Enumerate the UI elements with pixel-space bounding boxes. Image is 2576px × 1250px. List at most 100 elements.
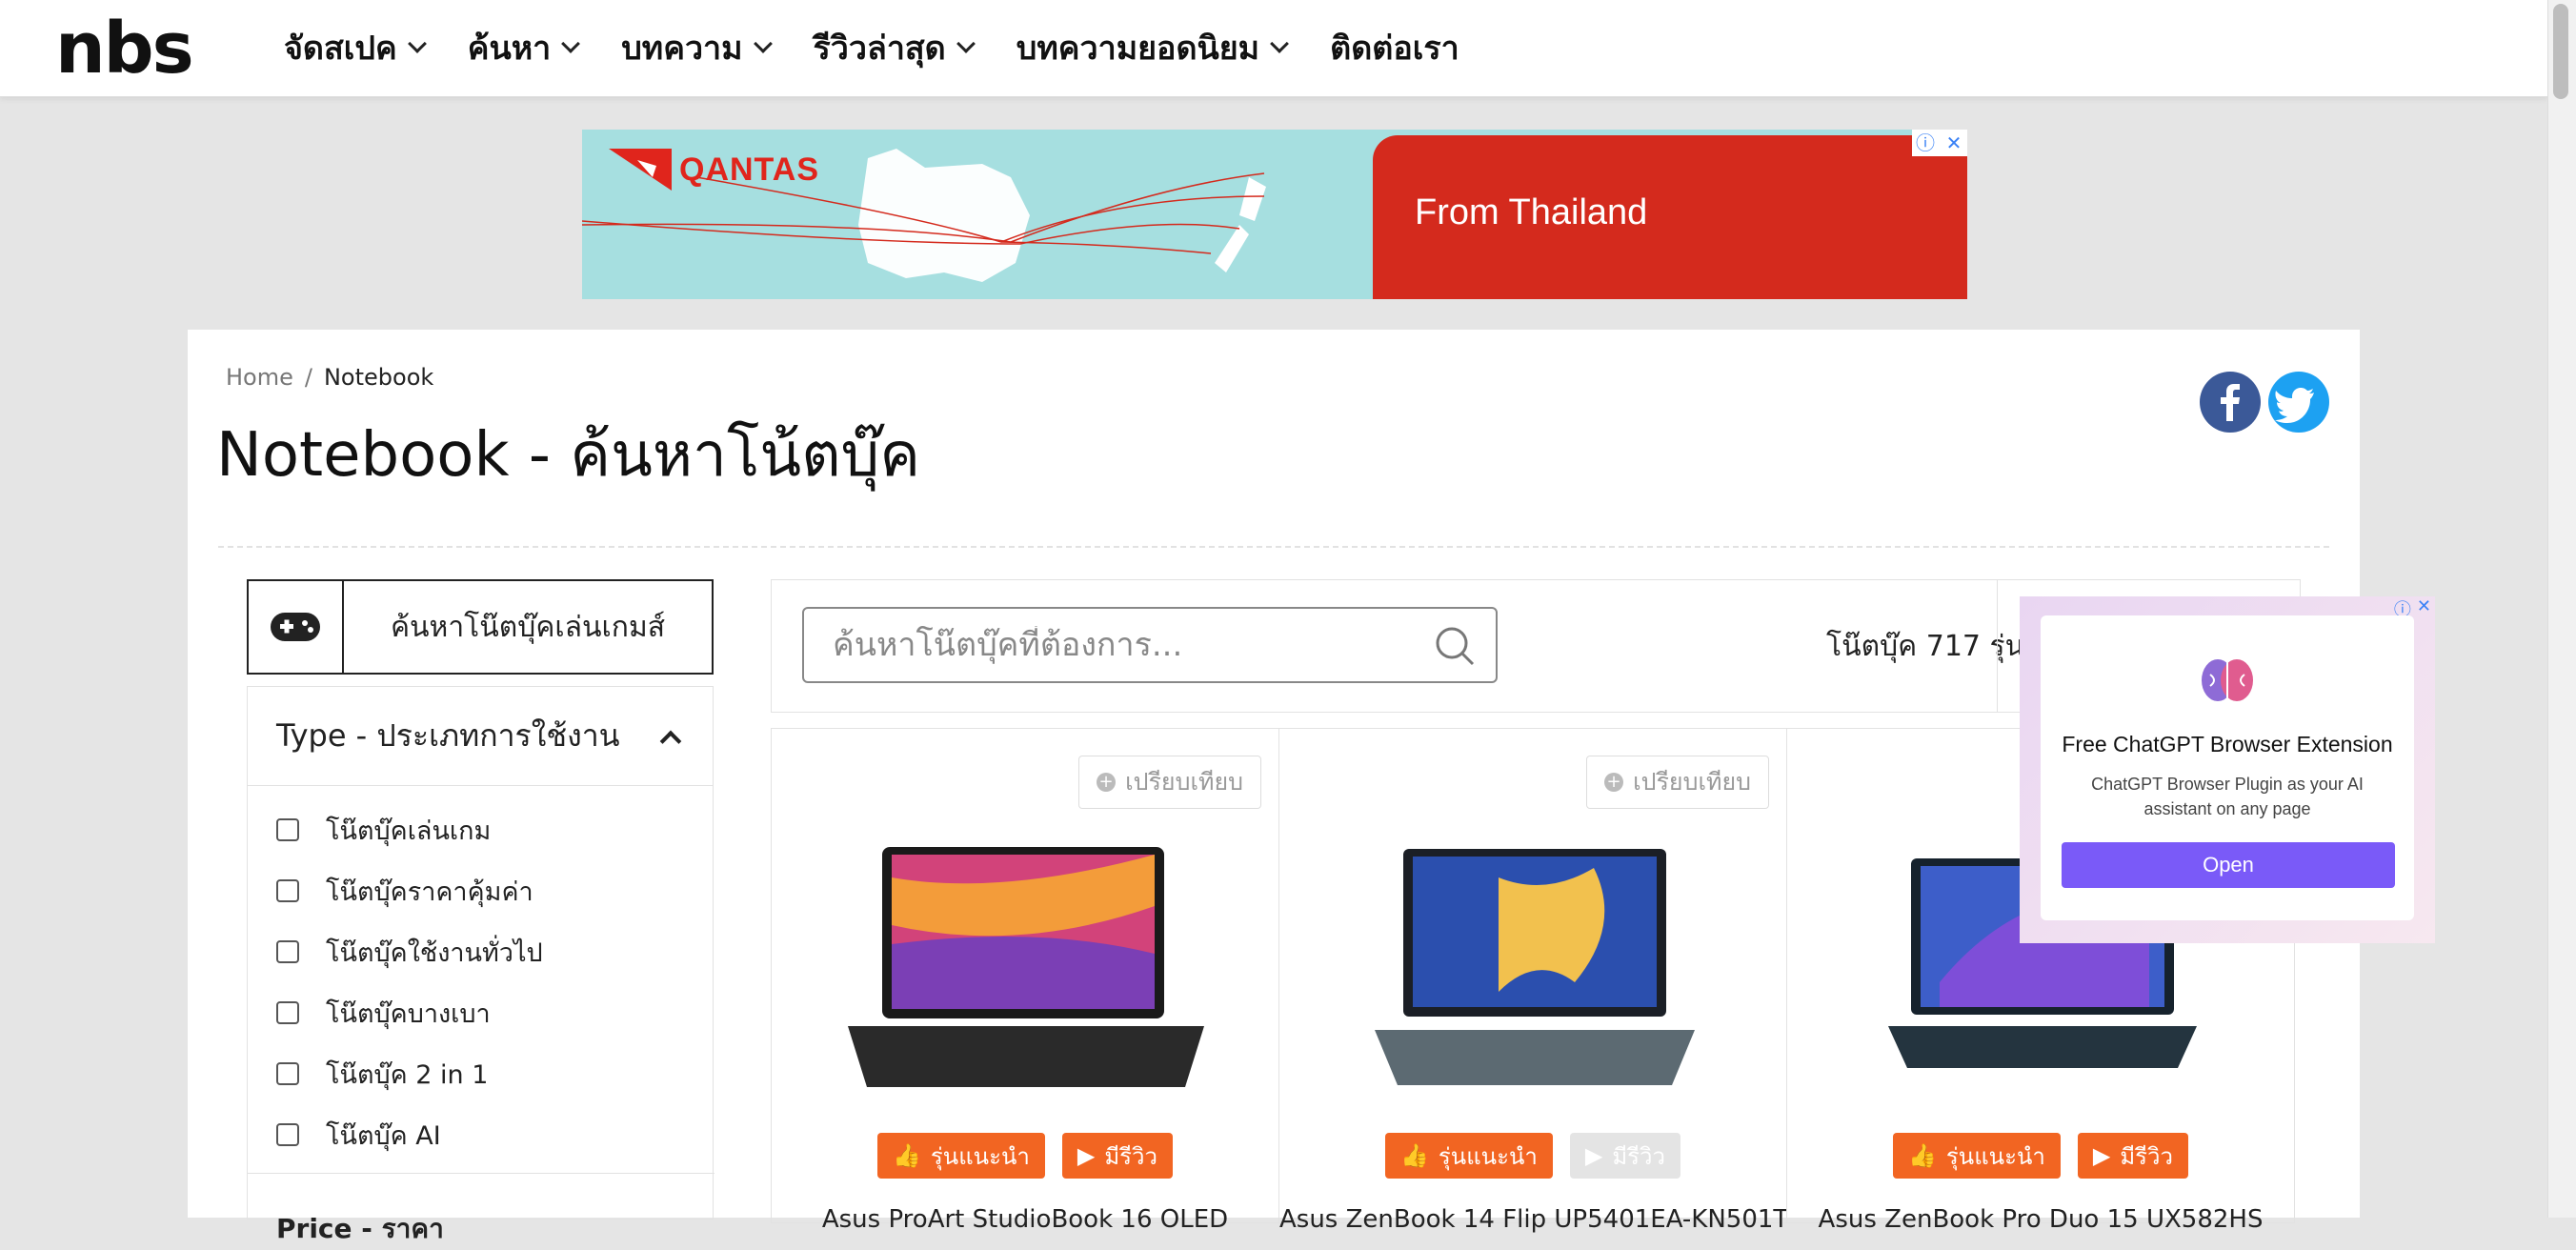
facebook-share-button[interactable] <box>2200 372 2261 433</box>
product-card[interactable]: + เปรียบเทียบ 👍 รุ่นแนะนำ ▶ มีรีวิว Asus Pr… <box>771 728 1279 1234</box>
site-logo[interactable]: nbs <box>55 8 194 90</box>
logo-text: nbs <box>55 8 194 90</box>
breadcrumb-current: Notebook <box>323 364 434 391</box>
review-badge[interactable]: ▶ มีรีวิว <box>1061 1133 1173 1179</box>
side-ad-card: Free ChatGPT Browser Extension ChatGPT B… <box>2041 615 2414 920</box>
chevron-down-icon <box>561 34 581 53</box>
brain-icon <box>2202 659 2253 701</box>
menu-item-popular-articles[interactable]: บทความยอดนิยม <box>1016 22 1290 73</box>
side-ad-open-button[interactable]: Open <box>2062 842 2395 888</box>
info-icon[interactable]: ⓘ <box>1912 130 1939 156</box>
page-scrollbar[interactable] <box>2547 0 2576 1218</box>
badge-label: มีรีวิว <box>1612 1142 1665 1170</box>
chevron-down-icon <box>407 34 427 53</box>
search-box[interactable] <box>802 607 1498 683</box>
top-nav: nbs จัดสเปค ค้นหา บทความ รีวิวล่าสุด บทค… <box>0 0 2547 97</box>
close-icon[interactable]: ✕ <box>2417 596 2431 621</box>
recommended-badge[interactable]: 👍 รุ่นแนะนำ <box>877 1133 1045 1179</box>
gamepad-icon-box <box>249 581 344 673</box>
breadcrumb-separator: / <box>304 364 312 391</box>
compare-button[interactable]: + เปรียบเทียบ <box>1078 756 1261 809</box>
play-icon: ▶ <box>2092 1142 2111 1169</box>
plus-icon: + <box>1604 773 1624 792</box>
play-icon: ▶ <box>1584 1142 1603 1169</box>
price-filter-header[interactable]: Price - ราคา <box>248 1173 714 1244</box>
menu-label: จัดสเปค <box>284 30 397 68</box>
menu-label: บทความยอดนิยม <box>1016 30 1260 68</box>
filter-option-value[interactable]: โน๊ตบุ๊คราคาคุ้มค่า <box>248 860 713 921</box>
product-badges: 👍 รุ่นแนะนำ ▶ มีรีวิว <box>772 1133 1278 1179</box>
type-filter-header[interactable]: Type - ประเภทการใช้งาน <box>248 687 713 786</box>
compare-label: เปรียบเทียบ <box>1633 768 1751 796</box>
divider <box>1997 580 1998 712</box>
breadcrumb: Home / Notebook <box>226 364 433 391</box>
menu-label: รีวิวล่าสุด <box>813 30 946 68</box>
checkbox[interactable] <box>276 879 299 902</box>
menu-item-latest-reviews[interactable]: รีวิวล่าสุด <box>813 22 976 73</box>
plus-icon: + <box>1097 773 1117 792</box>
gamepad-icon <box>271 613 320 641</box>
chevron-down-icon <box>753 34 773 53</box>
thumbs-up-icon: 👍 <box>893 1142 921 1169</box>
recommended-badge[interactable]: 👍 รุ่นแนะนำ <box>1385 1133 1553 1179</box>
divider <box>218 546 2329 548</box>
badge-label: มีรีวิว <box>1104 1142 1157 1170</box>
search-input[interactable] <box>833 626 1404 664</box>
banner-brand: QANTAS <box>679 151 820 188</box>
search-icon[interactable] <box>1433 624 1477 668</box>
price-filter-title: Price - ราคา <box>276 1213 444 1244</box>
menu-item-search[interactable]: ค้นหา <box>467 22 581 73</box>
menu-item-contact[interactable]: ติดต่อเรา <box>1330 22 1459 73</box>
chevron-up-icon[interactable] <box>659 730 682 752</box>
filter-title: Type - ประเภทการใช้งาน <box>276 717 620 754</box>
checkbox[interactable] <box>276 940 299 963</box>
compare-label: เปรียบเทียบ <box>1125 768 1243 796</box>
option-label: โน๊ตบุ๊คบางเบา <box>326 998 491 1029</box>
badge-label: รุ่นแนะนำ <box>1945 1142 2045 1170</box>
chevron-down-icon <box>1270 34 1290 53</box>
close-icon[interactable]: ✕ <box>1941 130 1967 156</box>
checkbox[interactable] <box>276 1001 299 1024</box>
product-name[interactable]: Asus ZenBook 14 Flip UP5401EA-KN501TS <box>1279 1205 1786 1234</box>
side-ad[interactable]: ⓘ ✕ Free ChatGPT Browser Extension ChatGP… <box>2020 596 2435 943</box>
product-image[interactable] <box>848 839 1204 1097</box>
product-name[interactable]: Asus ZenBook Pro Duo 15 UX582HS <box>1787 1205 2294 1234</box>
option-label: โน๊ตบุ๊คราคาคุ้มค่า <box>326 877 533 907</box>
review-badge[interactable]: ▶ มีรีวิว <box>2077 1133 2188 1179</box>
product-card[interactable]: + เปรียบเทียบ 👍 รุ่นแนะนำ ▶ มีรีวิว Asus Ze… <box>1278 728 1787 1234</box>
main-menu: จัดสเปค ค้นหา บทความ รีวิวล่าสุด บทความย… <box>284 0 1459 95</box>
product-image[interactable] <box>1356 839 1712 1097</box>
product-name[interactable]: Asus ProArt StudioBook 16 OLED <box>772 1205 1278 1234</box>
compare-button[interactable]: + เปรียบเทียบ <box>1586 756 1769 809</box>
checkbox[interactable] <box>276 1062 299 1085</box>
product-badges: 👍 รุ่นแนะนำ ▶ มีรีวิว <box>1787 1133 2294 1179</box>
filter-option-thin-light[interactable]: โน๊ตบุ๊คบางเบา <box>248 982 713 1043</box>
checkbox[interactable] <box>276 818 299 841</box>
recommended-badge[interactable]: 👍 รุ่นแนะนำ <box>1893 1133 2061 1179</box>
breadcrumb-home[interactable]: Home <box>226 364 293 391</box>
adchoices[interactable]: ⓘ ✕ <box>1912 130 1967 156</box>
page-title: Notebook - ค้นหาโน้ตบุ๊ค <box>216 420 921 491</box>
gaming-notebook-button[interactable]: ค้นหาโน๊ตบุ๊คเล่นเกมส์ <box>247 579 714 675</box>
badge-label: รุ่นแนะนำ <box>930 1142 1030 1170</box>
twitter-icon <box>2275 388 2314 423</box>
menu-label: ค้นหา <box>467 30 552 68</box>
filter-option-ai[interactable]: โน๊ตบุ๊ค AI <box>248 1104 713 1165</box>
banner-ad[interactable]: QANTAS From Thailand ⓘ ✕ <box>582 130 1967 299</box>
menu-item-articles[interactable]: บทความ <box>621 22 773 73</box>
product-badges: 👍 รุ่นแนะนำ ▶ มีรีวิว <box>1279 1133 1786 1179</box>
twitter-share-button[interactable] <box>2268 372 2329 433</box>
filter-option-gaming[interactable]: โน๊ตบุ๊คเล่นเกม <box>248 799 713 860</box>
checkbox[interactable] <box>276 1123 299 1146</box>
filter-option-general[interactable]: โน๊ตบุ๊คใช้งานทั่วไป <box>248 921 713 982</box>
kangaroo-icon <box>609 149 672 191</box>
menu-item-spec[interactable]: จัดสเปค <box>284 22 427 73</box>
facebook-icon <box>2221 384 2240 421</box>
menu-label: ติดต่อเรา <box>1330 30 1459 68</box>
scrollbar-thumb[interactable] <box>2553 4 2568 99</box>
option-label: โน๊ตบุ๊ค AI <box>326 1120 441 1151</box>
filter-option-2in1[interactable]: โน๊ตบุ๊ค 2 in 1 <box>248 1043 713 1104</box>
badge-label: รุ่นแนะนำ <box>1438 1142 1538 1170</box>
menu-label: บทความ <box>621 30 743 68</box>
banner-text: From Thailand <box>1415 192 1648 232</box>
